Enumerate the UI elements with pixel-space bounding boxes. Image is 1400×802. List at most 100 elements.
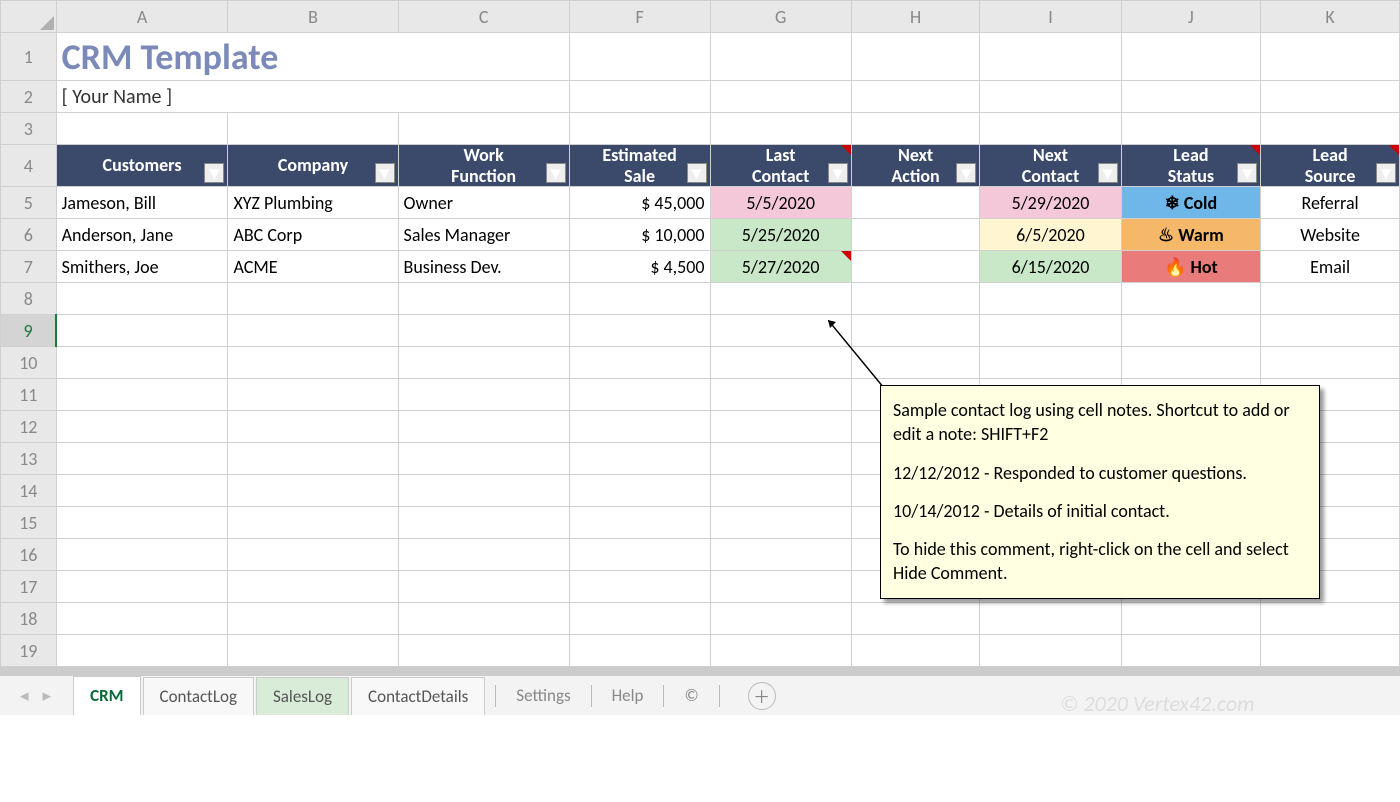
column-header-F[interactable]: F: [569, 1, 710, 33]
cell[interactable]: [569, 411, 710, 443]
cell[interactable]: [569, 475, 710, 507]
sheet-tab-settings[interactable]: Settings: [506, 685, 580, 706]
cell-next-action[interactable]: [851, 251, 980, 283]
table-header-last_contact[interactable]: LastContact▾: [710, 145, 851, 187]
cell[interactable]: [569, 603, 710, 635]
cell[interactable]: [569, 571, 710, 603]
row-header-4[interactable]: 4: [1, 145, 57, 187]
table-header-company[interactable]: Company▾: [228, 145, 398, 187]
cell[interactable]: [1121, 347, 1261, 379]
cell[interactable]: [710, 507, 851, 539]
cell[interactable]: [228, 347, 398, 379]
row-header-11[interactable]: 11: [1, 379, 57, 411]
cell[interactable]: [1121, 283, 1261, 315]
cell[interactable]: [569, 315, 710, 347]
cell-lead-status[interactable]: ❄ Cold: [1121, 187, 1261, 219]
cell[interactable]: [398, 411, 569, 443]
cell[interactable]: [851, 113, 980, 145]
cell[interactable]: [398, 507, 569, 539]
cell[interactable]: [569, 507, 710, 539]
cell[interactable]: [569, 635, 710, 667]
row-header-17[interactable]: 17: [1, 571, 57, 603]
cell-company[interactable]: ABC Corp: [228, 219, 398, 251]
cell[interactable]: [710, 475, 851, 507]
filter-dropdown-icon[interactable]: ▾: [828, 163, 848, 183]
cell-estimated-sale[interactable]: $ 45,000: [569, 187, 710, 219]
cell[interactable]: [1121, 33, 1261, 81]
column-header-K[interactable]: K: [1261, 1, 1400, 33]
row-header-1[interactable]: 1: [1, 33, 57, 81]
cell-company[interactable]: XYZ Plumbing: [228, 187, 398, 219]
cell-function[interactable]: Sales Manager: [398, 219, 569, 251]
row-header-2[interactable]: 2: [1, 81, 57, 113]
cell[interactable]: [228, 571, 398, 603]
cell[interactable]: [980, 603, 1121, 635]
cell[interactable]: [228, 635, 398, 667]
cell-lead-source[interactable]: Referral: [1261, 187, 1400, 219]
cell[interactable]: [56, 113, 228, 145]
cell[interactable]: [56, 443, 228, 475]
select-all-corner[interactable]: [1, 1, 57, 33]
filter-dropdown-icon[interactable]: ▾: [687, 163, 707, 183]
cell[interactable]: [228, 603, 398, 635]
sheet-tab-help[interactable]: Help: [602, 685, 654, 706]
cell[interactable]: [56, 571, 228, 603]
filter-dropdown-icon[interactable]: ▾: [1376, 163, 1396, 183]
cell[interactable]: [398, 379, 569, 411]
cell[interactable]: [1261, 603, 1400, 635]
cell[interactable]: [569, 443, 710, 475]
cell[interactable]: [710, 81, 851, 113]
cell[interactable]: [710, 635, 851, 667]
cell[interactable]: [398, 443, 569, 475]
row-header-16[interactable]: 16: [1, 539, 57, 571]
sheet-next-icon[interactable]: ▸: [43, 685, 52, 706]
column-header-H[interactable]: H: [851, 1, 980, 33]
cell-next-action[interactable]: [851, 187, 980, 219]
cell[interactable]: [710, 379, 851, 411]
row-header-15[interactable]: 15: [1, 507, 57, 539]
cell[interactable]: [851, 33, 980, 81]
sheet-tab-crm[interactable]: CRM: [73, 676, 140, 716]
table-header-next_action[interactable]: NextAction▾: [851, 145, 980, 187]
table-header-estimated_sale[interactable]: EstimatedSale▾: [569, 145, 710, 187]
cell-lead-source[interactable]: Email: [1261, 251, 1400, 283]
column-header-C[interactable]: C: [398, 1, 569, 33]
cell-estimated-sale[interactable]: $ 10,000: [569, 219, 710, 251]
column-header-B[interactable]: B: [228, 1, 398, 33]
cell[interactable]: [56, 315, 228, 347]
cell-next-contact[interactable]: 6/15/2020: [980, 251, 1121, 283]
cell-lead-source[interactable]: Website: [1261, 219, 1400, 251]
cell[interactable]: [980, 635, 1121, 667]
cell[interactable]: [569, 379, 710, 411]
sheet-nav-arrows[interactable]: ◂ ▸: [0, 685, 71, 706]
column-header-G[interactable]: G: [710, 1, 851, 33]
table-header-lead_source[interactable]: LeadSource▾: [1261, 145, 1400, 187]
cell[interactable]: [398, 315, 569, 347]
cell[interactable]: [569, 539, 710, 571]
cell[interactable]: [56, 507, 228, 539]
cell[interactable]: [851, 81, 980, 113]
filter-dropdown-icon[interactable]: ▾: [546, 163, 566, 183]
sheet-tab-contactdetails[interactable]: ContactDetails: [351, 677, 485, 715]
row-header-9[interactable]: 9: [1, 315, 57, 347]
cell[interactable]: [980, 315, 1121, 347]
row-header-7[interactable]: 7: [1, 251, 57, 283]
cell[interactable]: [851, 347, 980, 379]
cell[interactable]: [228, 411, 398, 443]
cell[interactable]: [710, 411, 851, 443]
filter-dropdown-icon[interactable]: ▾: [1237, 163, 1257, 183]
cell[interactable]: [710, 113, 851, 145]
cell[interactable]: [1121, 603, 1261, 635]
cell[interactable]: [398, 571, 569, 603]
cell[interactable]: [980, 113, 1121, 145]
cell[interactable]: [1121, 635, 1261, 667]
cell[interactable]: [710, 347, 851, 379]
cell[interactable]: [398, 283, 569, 315]
row-header-3[interactable]: 3: [1, 113, 57, 145]
cell[interactable]: [56, 411, 228, 443]
cell[interactable]: [228, 443, 398, 475]
cell[interactable]: [228, 539, 398, 571]
cell[interactable]: [710, 33, 851, 81]
cell[interactable]: [398, 113, 569, 145]
cell[interactable]: [228, 379, 398, 411]
